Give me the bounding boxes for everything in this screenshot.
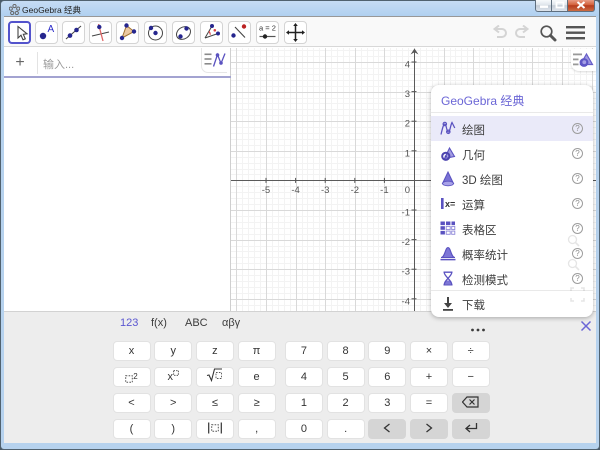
svg-text:-3: -3: [402, 267, 410, 278]
svg-text:1: 1: [405, 148, 410, 159]
svg-text:-4: -4: [402, 296, 410, 307]
svg-text:a = 2: a = 2: [259, 24, 276, 33]
svg-text:-2: -2: [402, 237, 410, 248]
svg-text:x=: x=: [445, 199, 455, 209]
svg-text:-5: -5: [262, 185, 270, 196]
svg-text:-2: -2: [351, 185, 359, 196]
svg-text:2: 2: [405, 119, 410, 130]
svg-text:0: 0: [405, 185, 410, 196]
svg-text:A: A: [48, 24, 55, 35]
svg-text:-1: -1: [402, 208, 410, 219]
svg-text:3: 3: [405, 89, 410, 100]
svg-text:-4: -4: [291, 185, 299, 196]
svg-text:-1: -1: [380, 185, 388, 196]
svg-text:-3: -3: [321, 185, 329, 196]
svg-text:4: 4: [405, 60, 410, 71]
